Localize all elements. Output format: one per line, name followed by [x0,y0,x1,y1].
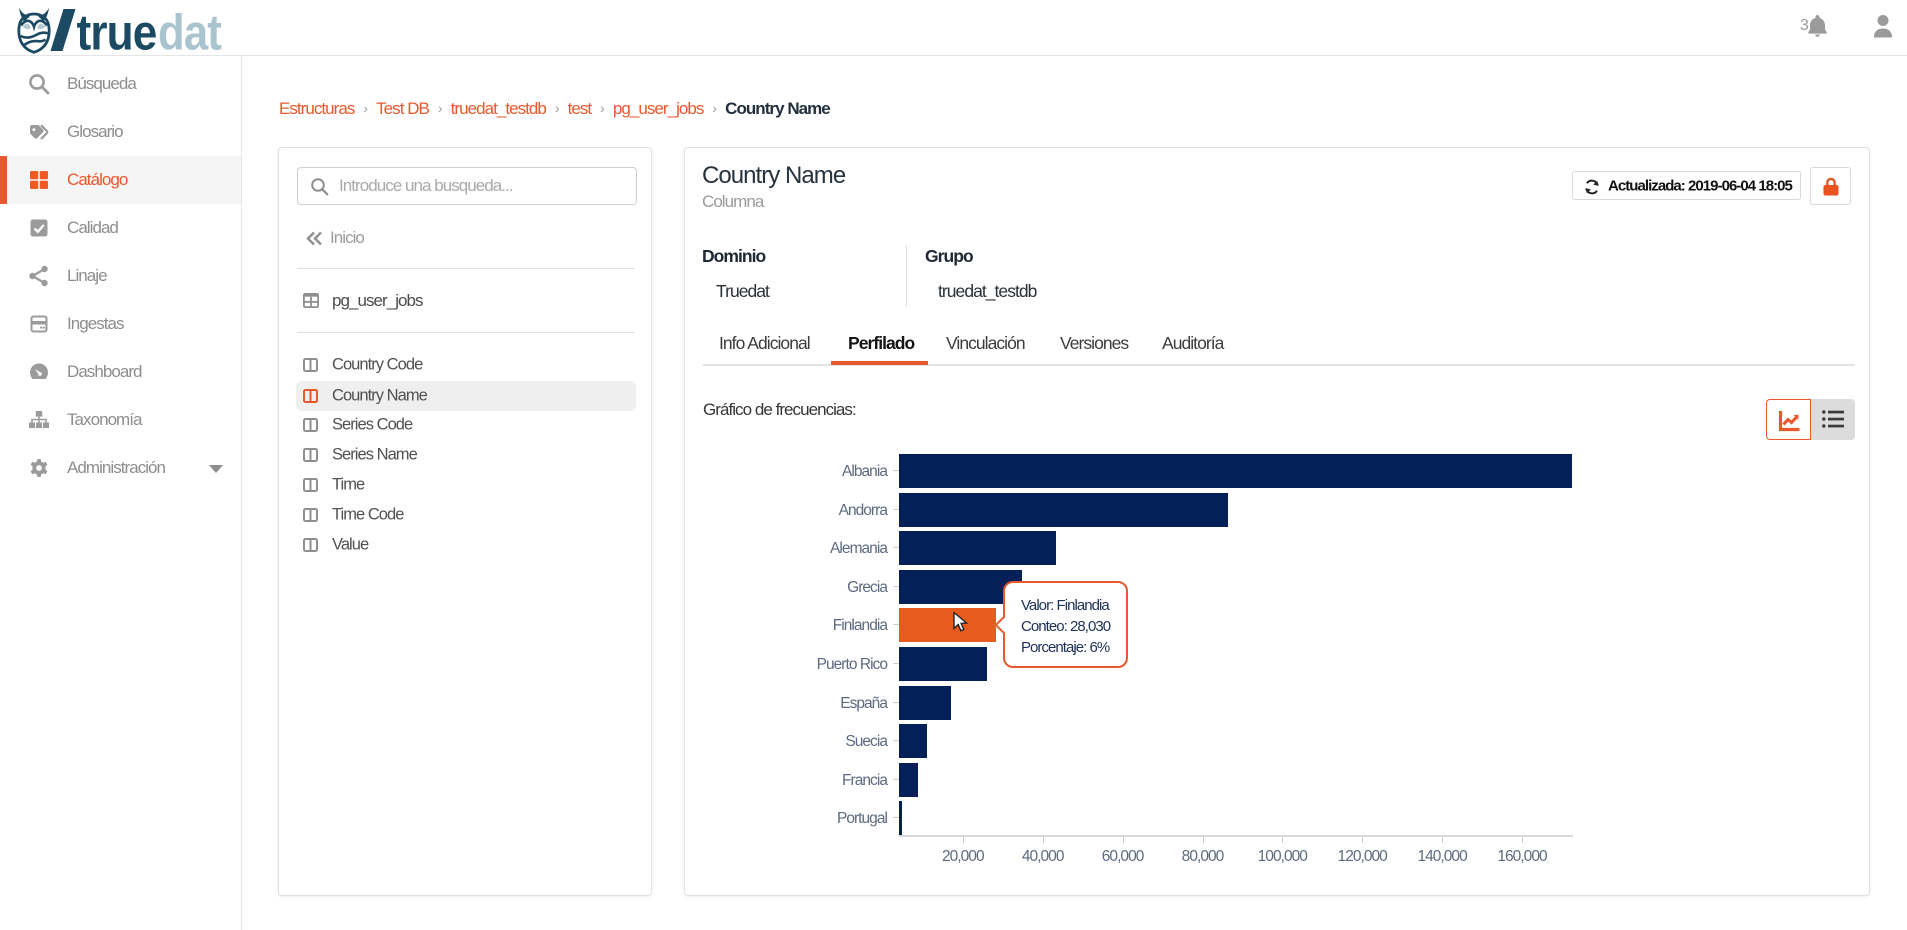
svg-text:true: true [77,5,157,57]
svg-text:dat: dat [158,5,222,57]
